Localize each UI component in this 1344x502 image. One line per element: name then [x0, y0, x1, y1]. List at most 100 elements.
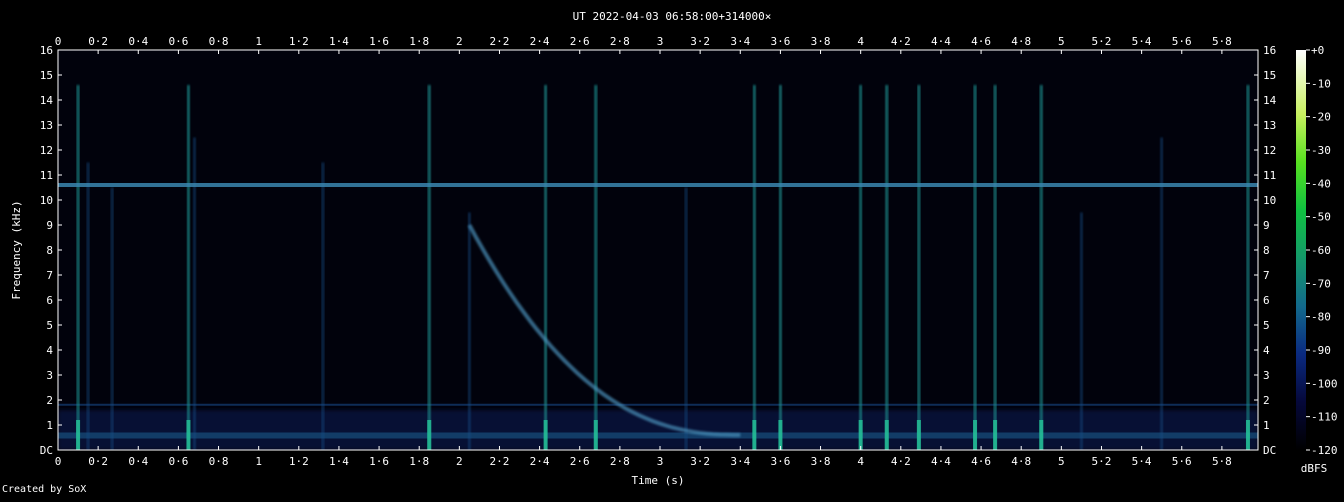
x-tick-top-label: 2·2 — [490, 35, 510, 48]
y-tick-right-label: DC — [1263, 444, 1276, 457]
x-tick-top-label: 3·6 — [770, 35, 790, 48]
y-tick-right-label: 1 — [1263, 419, 1270, 432]
x-tick-bottom-label: 4·2 — [891, 455, 911, 468]
x-tick-bottom-label: 3·6 — [770, 455, 790, 468]
y-tick-left-label: 12 — [40, 144, 53, 157]
plot-area — [58, 50, 1258, 450]
colorbar-tick-label: -50 — [1311, 211, 1331, 224]
sferic-core — [593, 420, 598, 450]
colorbar-tick-label: -40 — [1311, 177, 1331, 190]
y-tick-right-label: 14 — [1263, 94, 1277, 107]
y-tick-left-label: 15 — [40, 69, 53, 82]
x-tick-bottom-label: 1·8 — [409, 455, 429, 468]
x-tick-bottom-label: 0·6 — [168, 455, 188, 468]
x-tick-top-label: 4 — [857, 35, 864, 48]
x-tick-top-label: 4·8 — [1011, 35, 1031, 48]
sferic-core — [916, 420, 921, 450]
sferic-mark — [752, 85, 756, 450]
colorbar-label: dBFS — [1301, 462, 1328, 475]
x-tick-top-label: 0·2 — [88, 35, 108, 48]
x-tick-bottom-label: 2 — [456, 455, 463, 468]
y-tick-right-label: 10 — [1263, 194, 1276, 207]
spectrogram-svg: UT 2022-04-03 06:58:00+314000× 0 0·2 0·4 0·… — [10, 10, 1338, 487]
y-tick-left-label: 6 — [46, 294, 53, 307]
x-tick-top-label: 4·2 — [891, 35, 911, 48]
x-tick-top-label: 1·4 — [329, 35, 349, 48]
y-tick-left-label: 2 — [46, 394, 53, 407]
sferic-mark — [594, 85, 598, 450]
x-tick-bottom-label: 4·6 — [971, 455, 991, 468]
y-tick-right-label: 6 — [1263, 294, 1270, 307]
x-tick-top-label: 3·4 — [730, 35, 750, 48]
y-tick-left-label: 5 — [46, 319, 53, 332]
y-tick-right-label: 16 — [1263, 44, 1276, 57]
sferic-mark — [778, 85, 782, 450]
sferic-core — [427, 420, 432, 450]
y-tick-right-label: 15 — [1263, 69, 1276, 82]
colorbar-tick-label: +0 — [1311, 44, 1324, 57]
sferic-core — [993, 420, 998, 450]
x-tick-top-label: 1·6 — [369, 35, 389, 48]
colorbar-tick-label: -20 — [1311, 111, 1331, 124]
x-tick-bottom-label: 3·8 — [811, 455, 831, 468]
y-tick-left-label: 11 — [40, 169, 53, 182]
footer-credit: Created by SoX — [2, 484, 87, 495]
y-tick-left-label: 16 — [40, 44, 53, 57]
x-tick-top-label: 2 — [456, 35, 463, 48]
x-tick-bottom-label: 1·4 — [329, 455, 349, 468]
x-tick-bottom-label: 5·2 — [1092, 455, 1112, 468]
x-tick-bottom-label: 4·4 — [931, 455, 951, 468]
y-tick-left-label: 10 — [40, 194, 53, 207]
colorbar-tick-label: -110 — [1311, 411, 1338, 424]
y-tick-left-label: 7 — [46, 269, 53, 282]
x-tick-top-label: 4·6 — [971, 35, 991, 48]
sferic-mark — [110, 187, 114, 450]
x-tick-bottom-label: 2·8 — [610, 455, 630, 468]
colorbar — [1296, 50, 1306, 450]
x-tick-bottom-label: 1·2 — [289, 455, 309, 468]
x-tick-bottom-label: 0·4 — [128, 455, 148, 468]
sferic-mark — [1246, 85, 1250, 450]
y-tick-right-label: 7 — [1263, 269, 1270, 282]
sferic-core — [1039, 420, 1044, 450]
x-tick-top-label: 0 — [55, 35, 62, 48]
x-tick-bottom-label: 5·6 — [1172, 455, 1192, 468]
sferic-core — [186, 420, 191, 450]
x-tick-top-label: 3 — [657, 35, 664, 48]
x-tick-top-label: 4·4 — [931, 35, 951, 48]
sferic-mark — [917, 85, 921, 450]
sferic-mark — [321, 162, 325, 450]
x-tick-top-label: 2·8 — [610, 35, 630, 48]
sferic-mark — [993, 85, 997, 450]
x-tick-bottom-label: 2·4 — [530, 455, 550, 468]
x-tick-top-label: 5 — [1058, 35, 1065, 48]
colorbar-tick-label: -120 — [1311, 444, 1338, 457]
y-tick-right-label: 11 — [1263, 169, 1276, 182]
x-tick-bottom-label: 1·6 — [369, 455, 389, 468]
noise-floor — [58, 410, 1258, 450]
x-tick-top-label: 5·6 — [1172, 35, 1192, 48]
sferic-mark — [684, 187, 688, 450]
x-tick-bottom-label: 3·4 — [730, 455, 750, 468]
sferic-core — [858, 420, 863, 450]
sferic-mark — [885, 85, 889, 450]
y-tick-right-label: 4 — [1263, 344, 1270, 357]
y-tick-right-label: 3 — [1263, 369, 1270, 382]
x-tick-bottom-label: 0·8 — [209, 455, 229, 468]
colorbar-tick-label: -100 — [1311, 377, 1338, 390]
y-tick-right-label: 5 — [1263, 319, 1270, 332]
sferic-mark — [859, 85, 863, 450]
y-tick-right-label: 8 — [1263, 244, 1270, 257]
x-tick-bottom-label: 2·6 — [570, 455, 590, 468]
x-tick-top-label: 3·8 — [811, 35, 831, 48]
sferic-mark — [1039, 85, 1043, 450]
sferic-mark — [86, 162, 90, 450]
x-tick-bottom-label: 3 — [657, 455, 664, 468]
sferic-mark — [544, 85, 548, 450]
x-tick-top-label: 1·2 — [289, 35, 309, 48]
sferic-mark — [186, 85, 190, 450]
x-tick-bottom-label: 2·2 — [490, 455, 510, 468]
colorbar-tick-label: -90 — [1311, 344, 1331, 357]
x-tick-top-label: 3·2 — [690, 35, 710, 48]
lf-line — [58, 403, 1258, 406]
